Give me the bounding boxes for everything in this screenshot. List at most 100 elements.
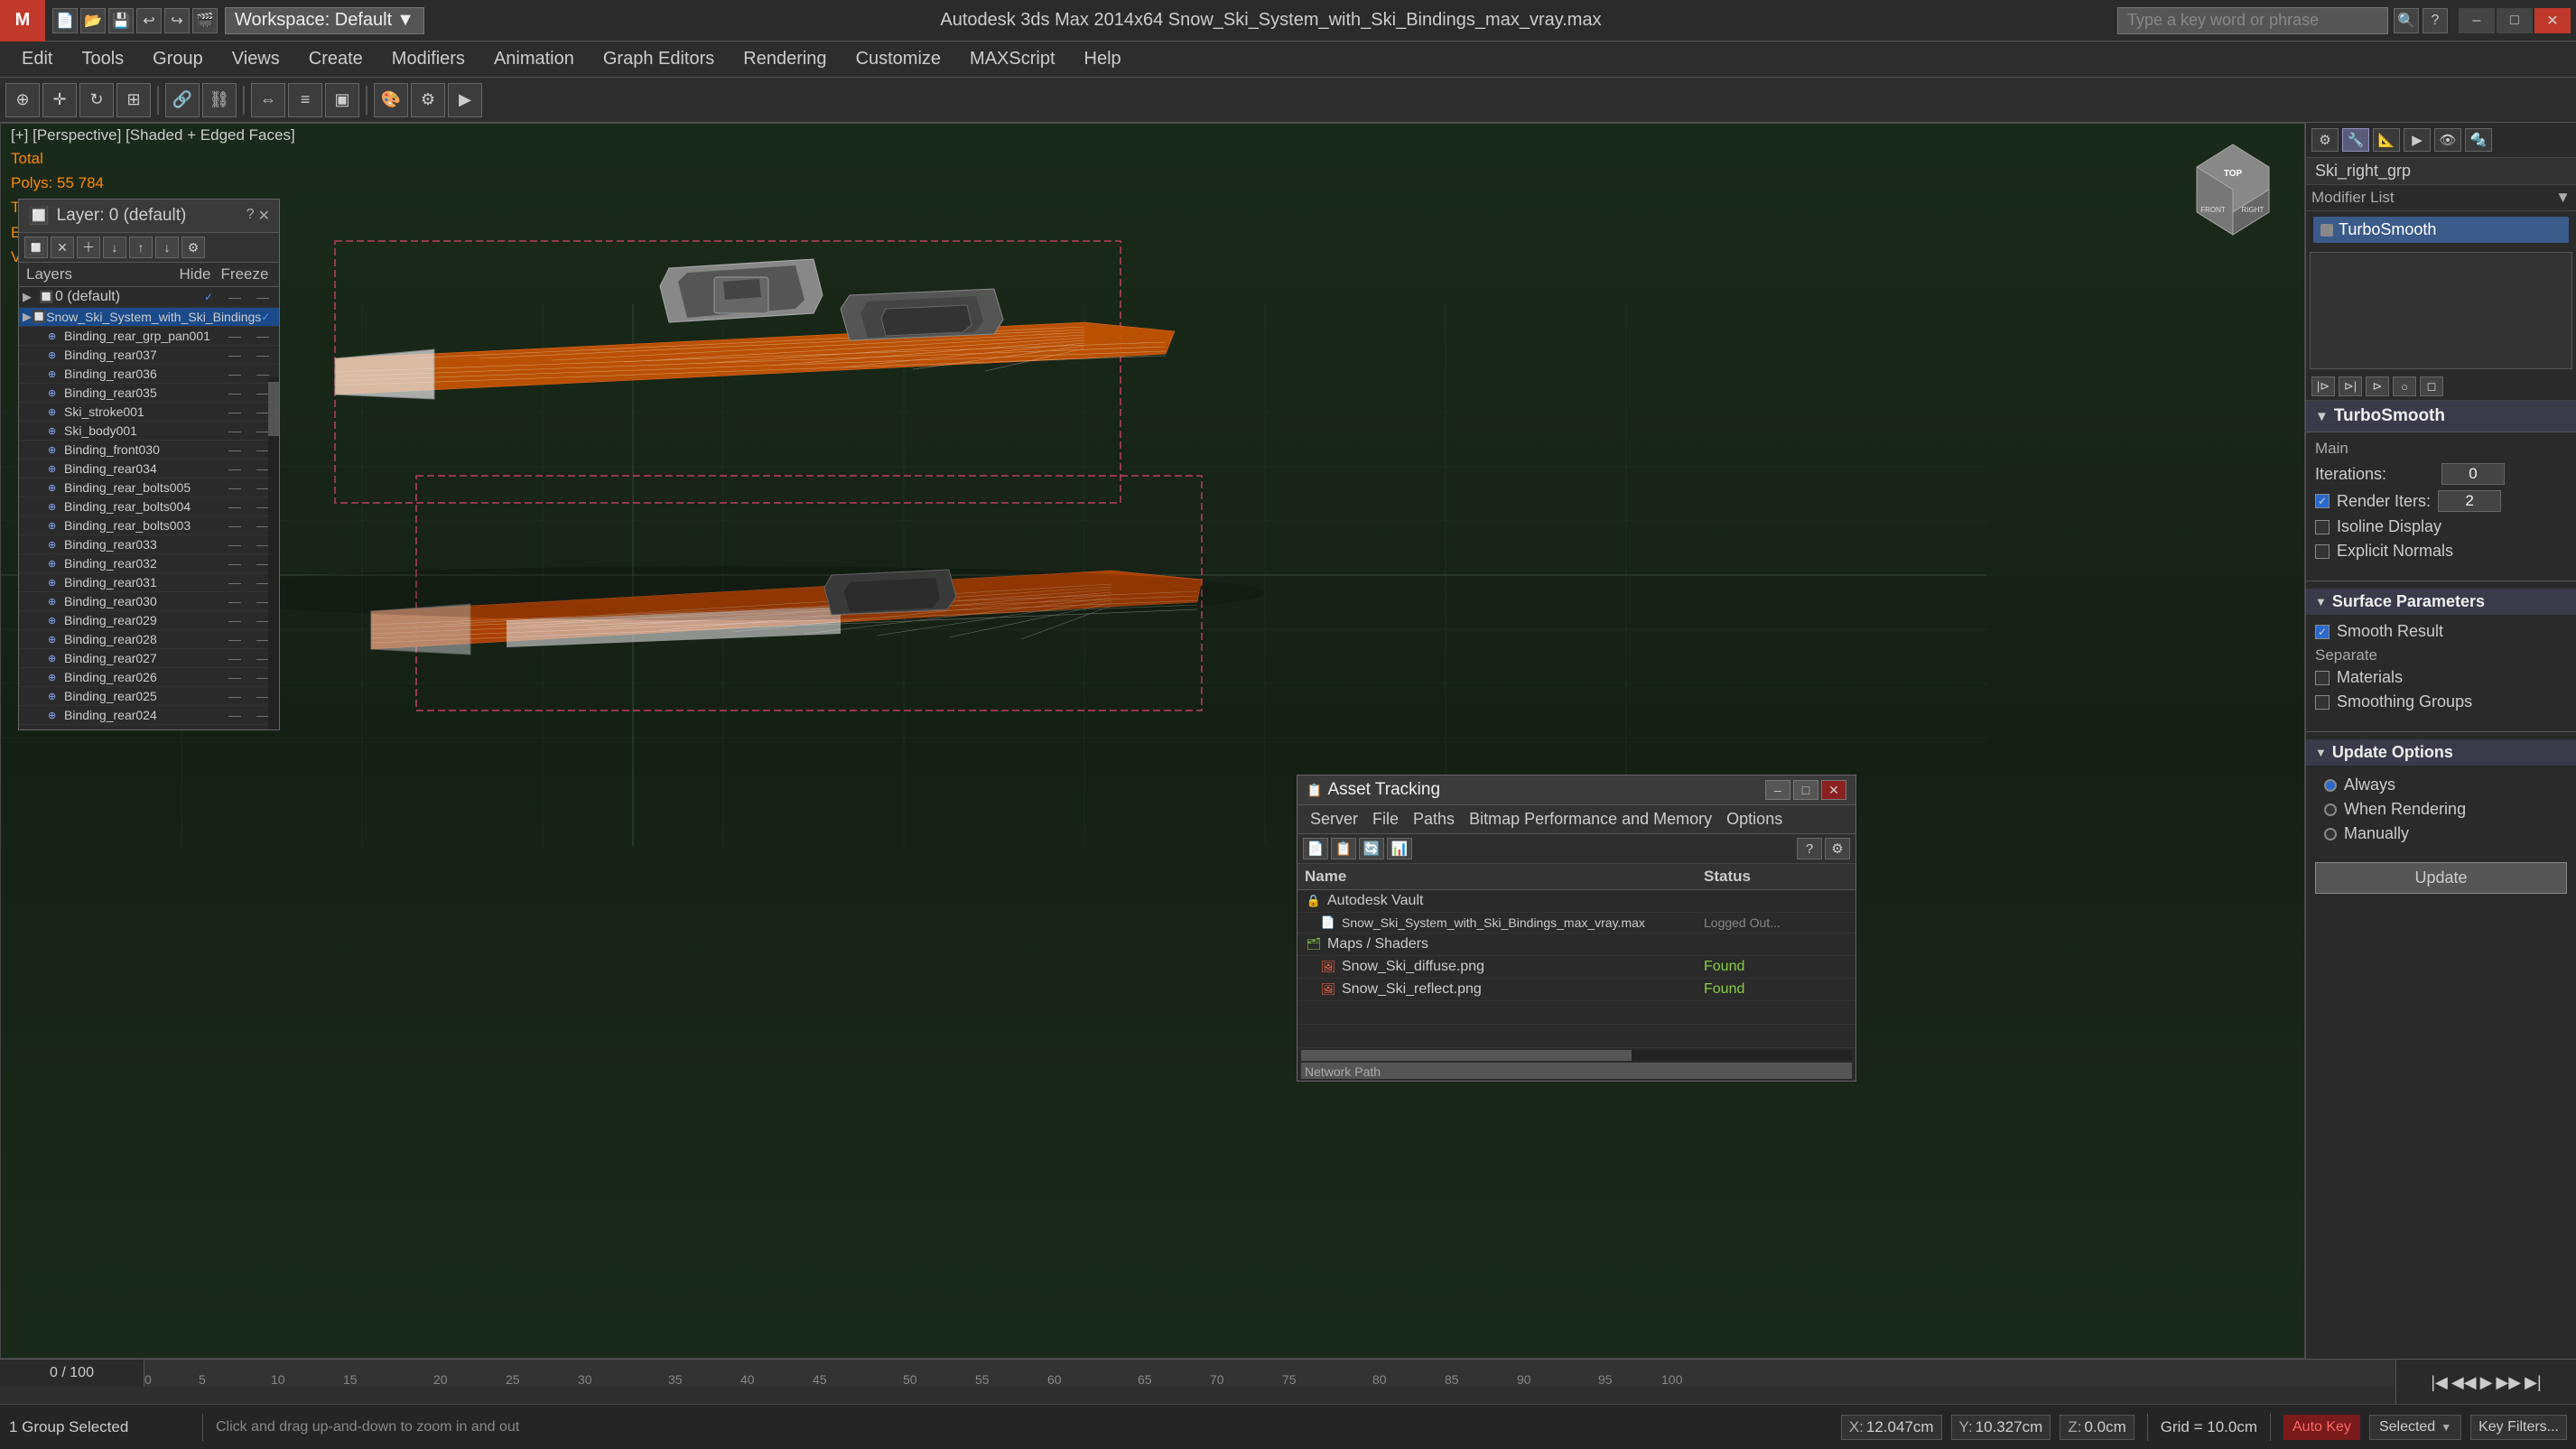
layer-delete-btn[interactable]: ✕ [51,237,74,258]
search-icon[interactable]: 🔍 [2394,8,2419,33]
modifier-nav-4[interactable]: ○ [2393,376,2416,396]
at-tb-btn2[interactable]: 📋 [1331,838,1356,859]
at-close-btn[interactable]: ✕ [1821,780,1846,800]
scrollbar-thumb[interactable] [268,382,279,436]
rotate-btn[interactable]: ↻ [79,83,114,117]
at-minimize-btn[interactable]: – [1765,780,1790,800]
layer-add-btn[interactable]: ＋ [77,237,100,258]
layer-item-11[interactable]: ⊕Binding_rear033—— [19,535,279,554]
update-button[interactable]: Update [2315,862,2567,894]
rp-icon-6[interactable]: 🔩 [2465,128,2492,152]
redo-btn[interactable]: ↪ [164,8,190,33]
menu-item-edit[interactable]: Edit [9,45,65,73]
layer-item-9[interactable]: ⊕Binding_rear_bolts004—— [19,497,279,516]
help-icon[interactable]: ? [2423,8,2448,33]
link-btn[interactable]: 🔗 [165,83,200,117]
transport-next-btn[interactable]: ▶| [2525,1373,2542,1392]
layer-item-1[interactable]: ⊕Binding_rear037—— [19,346,279,365]
layer-item-21[interactable]: ⊕Binding_front_bolts009—— [19,725,279,729]
at-menu-bitmap[interactable]: Bitmap Performance and Memory [1464,808,1717,831]
layer-select-btn[interactable]: 🔲 [24,237,48,258]
menu-item-create[interactable]: Create [296,45,376,73]
undo-btn[interactable]: ↩ [136,8,162,33]
menu-item-customize[interactable]: Customize [843,45,953,73]
layer-item-7[interactable]: ⊕Binding_rear034—— [19,460,279,478]
menu-item-tools[interactable]: Tools [69,45,136,73]
layer-item-4[interactable]: ⊕Ski_stroke001—— [19,403,279,422]
transport-back-btn[interactable]: ◀◀ [2451,1373,2477,1392]
at-maximize-btn[interactable]: □ [1793,780,1818,800]
maximize-button[interactable]: □ [2497,8,2533,33]
layer-item-2[interactable]: ⊕Binding_rear036—— [19,365,279,384]
rp-icon-4[interactable]: ▶ [2404,128,2431,152]
rp-icon-2[interactable]: 🔧 [2342,128,2369,152]
selected-dropdown[interactable]: Selected ▼ [2369,1415,2461,1440]
at-tb-settings[interactable]: ⚙ [1825,838,1850,859]
layer-item-20[interactable]: ⊕Binding_rear024—— [19,706,279,725]
group-btn[interactable]: ▣ [325,83,359,117]
render-setup-btn[interactable]: ⚙ [411,83,445,117]
nav-cube[interactable]: TOP RIGHT FRONT [2179,135,2287,244]
render-btn2[interactable]: ▶ [448,83,482,117]
layer-item-12[interactable]: ⊕Binding_rear032—— [19,554,279,573]
layer-item-18[interactable]: ⊕Binding_rear026—— [19,668,279,687]
layer-merge-btn[interactable]: ↓ [103,237,126,258]
at-menu-server[interactable]: Server [1305,808,1363,831]
layer-item-19[interactable]: ⊕Binding_rear025—— [19,687,279,706]
ts-smoothing-groups-checkbox[interactable] [2315,695,2330,710]
select-btn[interactable]: ⊕ [5,83,40,117]
rp-modifier-item[interactable]: TurboSmooth [2313,217,2569,243]
at-tb-btn1[interactable]: 📄 [1303,838,1328,859]
rp-icon-1[interactable]: ⚙ [2311,128,2339,152]
move-btn[interactable]: ✛ [42,83,77,117]
update-options-header[interactable]: ▼ Update Options [2306,739,2576,766]
menu-item-help[interactable]: Help [1072,45,1134,73]
modifier-nav-1[interactable]: |⊳ [2311,376,2335,396]
timeline-ruler[interactable]: 0 5 10 15 20 25 30 35 40 45 50 55 60 65 … [144,1360,2576,1387]
at-row-diffuse[interactable]: 🖼 Snow_Ski_diffuse.png Found [1297,956,1855,979]
scale-btn[interactable]: ⊞ [116,83,151,117]
ts-render-iters-value[interactable]: 2 [2438,490,2501,512]
layer-item-5[interactable]: ⊕Ski_body001—— [19,422,279,441]
layer-move-up-btn[interactable]: ↑ [129,237,153,258]
close-button[interactable]: ✕ [2534,8,2571,33]
save-btn[interactable]: 💾 [108,8,134,33]
layer-item-16[interactable]: ⊕Binding_rear028—— [19,630,279,649]
ts-iterations-value[interactable]: 0 [2441,463,2505,485]
search-box[interactable]: Type a key word or phrase [2117,7,2388,34]
ts-manually-radio[interactable] [2324,828,2337,841]
layer-settings-btn[interactable]: ⚙ [181,237,205,258]
menu-item-rendering[interactable]: Rendering [730,45,839,73]
minimize-button[interactable]: – [2459,8,2495,33]
at-tb-btn3[interactable]: 🔄 [1359,838,1384,859]
ts-isoline-checkbox[interactable] [2315,520,2330,534]
layer-item-3[interactable]: ⊕Binding_rear035—— [19,384,279,403]
surface-params-header[interactable]: ▼ Surface Parameters [2306,589,2576,615]
auto-key-button[interactable]: Auto Key [2283,1415,2360,1440]
menu-item-group[interactable]: Group [140,45,216,73]
modifier-nav-5[interactable]: ◻ [2420,376,2443,396]
at-row-reflect[interactable]: 🖼 Snow_Ski_reflect.png Found [1297,979,1855,1001]
ts-rollout-header[interactable]: ▼ TurboSmooth [2306,401,2576,432]
mirror-btn[interactable]: ⇔ [251,83,285,117]
modifier-list-arrow[interactable]: ▼ [2555,189,2571,207]
unlink-btn[interactable]: ⛓ [202,83,237,117]
at-menu-file[interactable]: File [1367,808,1404,831]
layer-item-6[interactable]: ⊕Binding_front030—— [19,441,279,460]
menu-item-graph-editors[interactable]: Graph Editors [591,45,727,73]
rp-icon-3[interactable]: 📐 [2373,128,2400,152]
rp-icon-5[interactable]: 👁 [2434,128,2461,152]
at-tb-help[interactable]: ? [1797,838,1822,859]
new-btn[interactable]: 📄 [52,8,78,33]
at-scrollbar[interactable] [1301,1050,1852,1061]
layer-item-13[interactable]: ⊕Binding_rear031—— [19,573,279,592]
menu-item-views[interactable]: Views [219,45,293,73]
layer-move-down-btn[interactable]: ↓ [155,237,179,258]
key-filters-btn[interactable]: Key Filters... [2470,1415,2567,1440]
at-scrollbar-thumb[interactable] [1301,1050,1632,1061]
layer-item-15[interactable]: ⊕Binding_rear029—— [19,611,279,630]
material-btn[interactable]: 🎨 [374,83,408,117]
at-menu-paths[interactable]: Paths [1408,808,1460,831]
layer-item-0[interactable]: ⊕Binding_rear_grp_pan001—— [19,327,279,346]
menu-item-animation[interactable]: Animation [481,45,587,73]
